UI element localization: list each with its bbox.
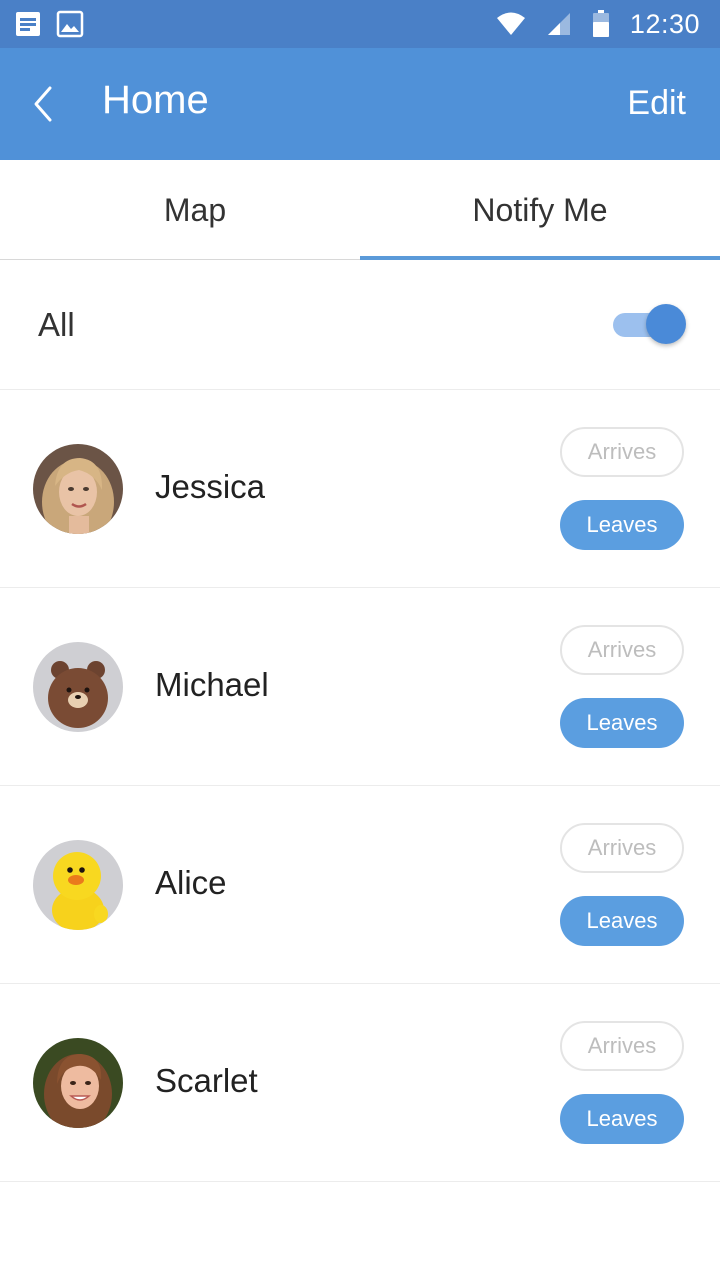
all-label: All	[38, 306, 75, 343]
arrives-button[interactable]: Arrives	[560, 427, 684, 477]
person-name: Alice	[155, 864, 227, 901]
leaves-button[interactable]: Leaves	[560, 698, 684, 748]
notification-doc-icon	[16, 12, 40, 36]
signal-icon	[547, 13, 570, 35]
toggle-knob	[646, 304, 686, 344]
edit-button[interactable]: Edit	[627, 84, 686, 123]
status-bar: 12:30	[0, 0, 720, 48]
avatar	[33, 444, 123, 534]
all-toggle-switch[interactable]	[613, 304, 687, 346]
status-left-icons	[14, 10, 84, 38]
list-item: Michael Arrives Leaves	[0, 588, 720, 786]
status-right-icons: 12:30	[496, 8, 700, 40]
battery-icon	[592, 10, 609, 37]
arrives-button[interactable]: Arrives	[560, 823, 684, 873]
image-icon	[56, 10, 84, 38]
avatar	[33, 840, 123, 930]
page-title: Home	[102, 78, 209, 122]
all-toggle-row: All	[0, 260, 720, 390]
leaves-button[interactable]: Leaves	[560, 500, 684, 550]
person-name: Jessica	[155, 468, 266, 505]
app-bar: Home Edit	[0, 48, 720, 160]
list-item: Scarlet Arrives Leaves	[0, 984, 720, 1182]
brown-bear-avatar	[33, 642, 123, 732]
person-list: Jessica Arrives Leaves Michael Arrives L…	[0, 390, 720, 1182]
tab-map[interactable]: Map	[30, 160, 360, 260]
photo-woman-blonde-avatar	[33, 444, 123, 534]
status-time: 12:30	[629, 8, 700, 39]
tab-bar: Map Notify Me	[0, 160, 720, 260]
photo-woman-brunette-avatar	[33, 1038, 123, 1128]
tab-notify-me[interactable]: Notify Me	[360, 160, 720, 260]
arrives-button[interactable]: Arrives	[560, 625, 684, 675]
arrives-button[interactable]: Arrives	[560, 1021, 684, 1071]
leaves-button[interactable]: Leaves	[560, 1094, 684, 1144]
list-item: Alice Arrives Leaves	[0, 786, 720, 984]
person-name: Scarlet	[155, 1062, 258, 1099]
wifi-icon	[496, 12, 525, 35]
chevron-left-icon[interactable]	[24, 80, 64, 128]
yellow-chick-avatar	[33, 840, 123, 930]
list-item: Jessica Arrives Leaves	[0, 390, 720, 588]
avatar	[33, 1038, 123, 1128]
leaves-button[interactable]: Leaves	[560, 896, 684, 946]
person-name: Michael	[155, 666, 269, 703]
avatar	[33, 642, 123, 732]
